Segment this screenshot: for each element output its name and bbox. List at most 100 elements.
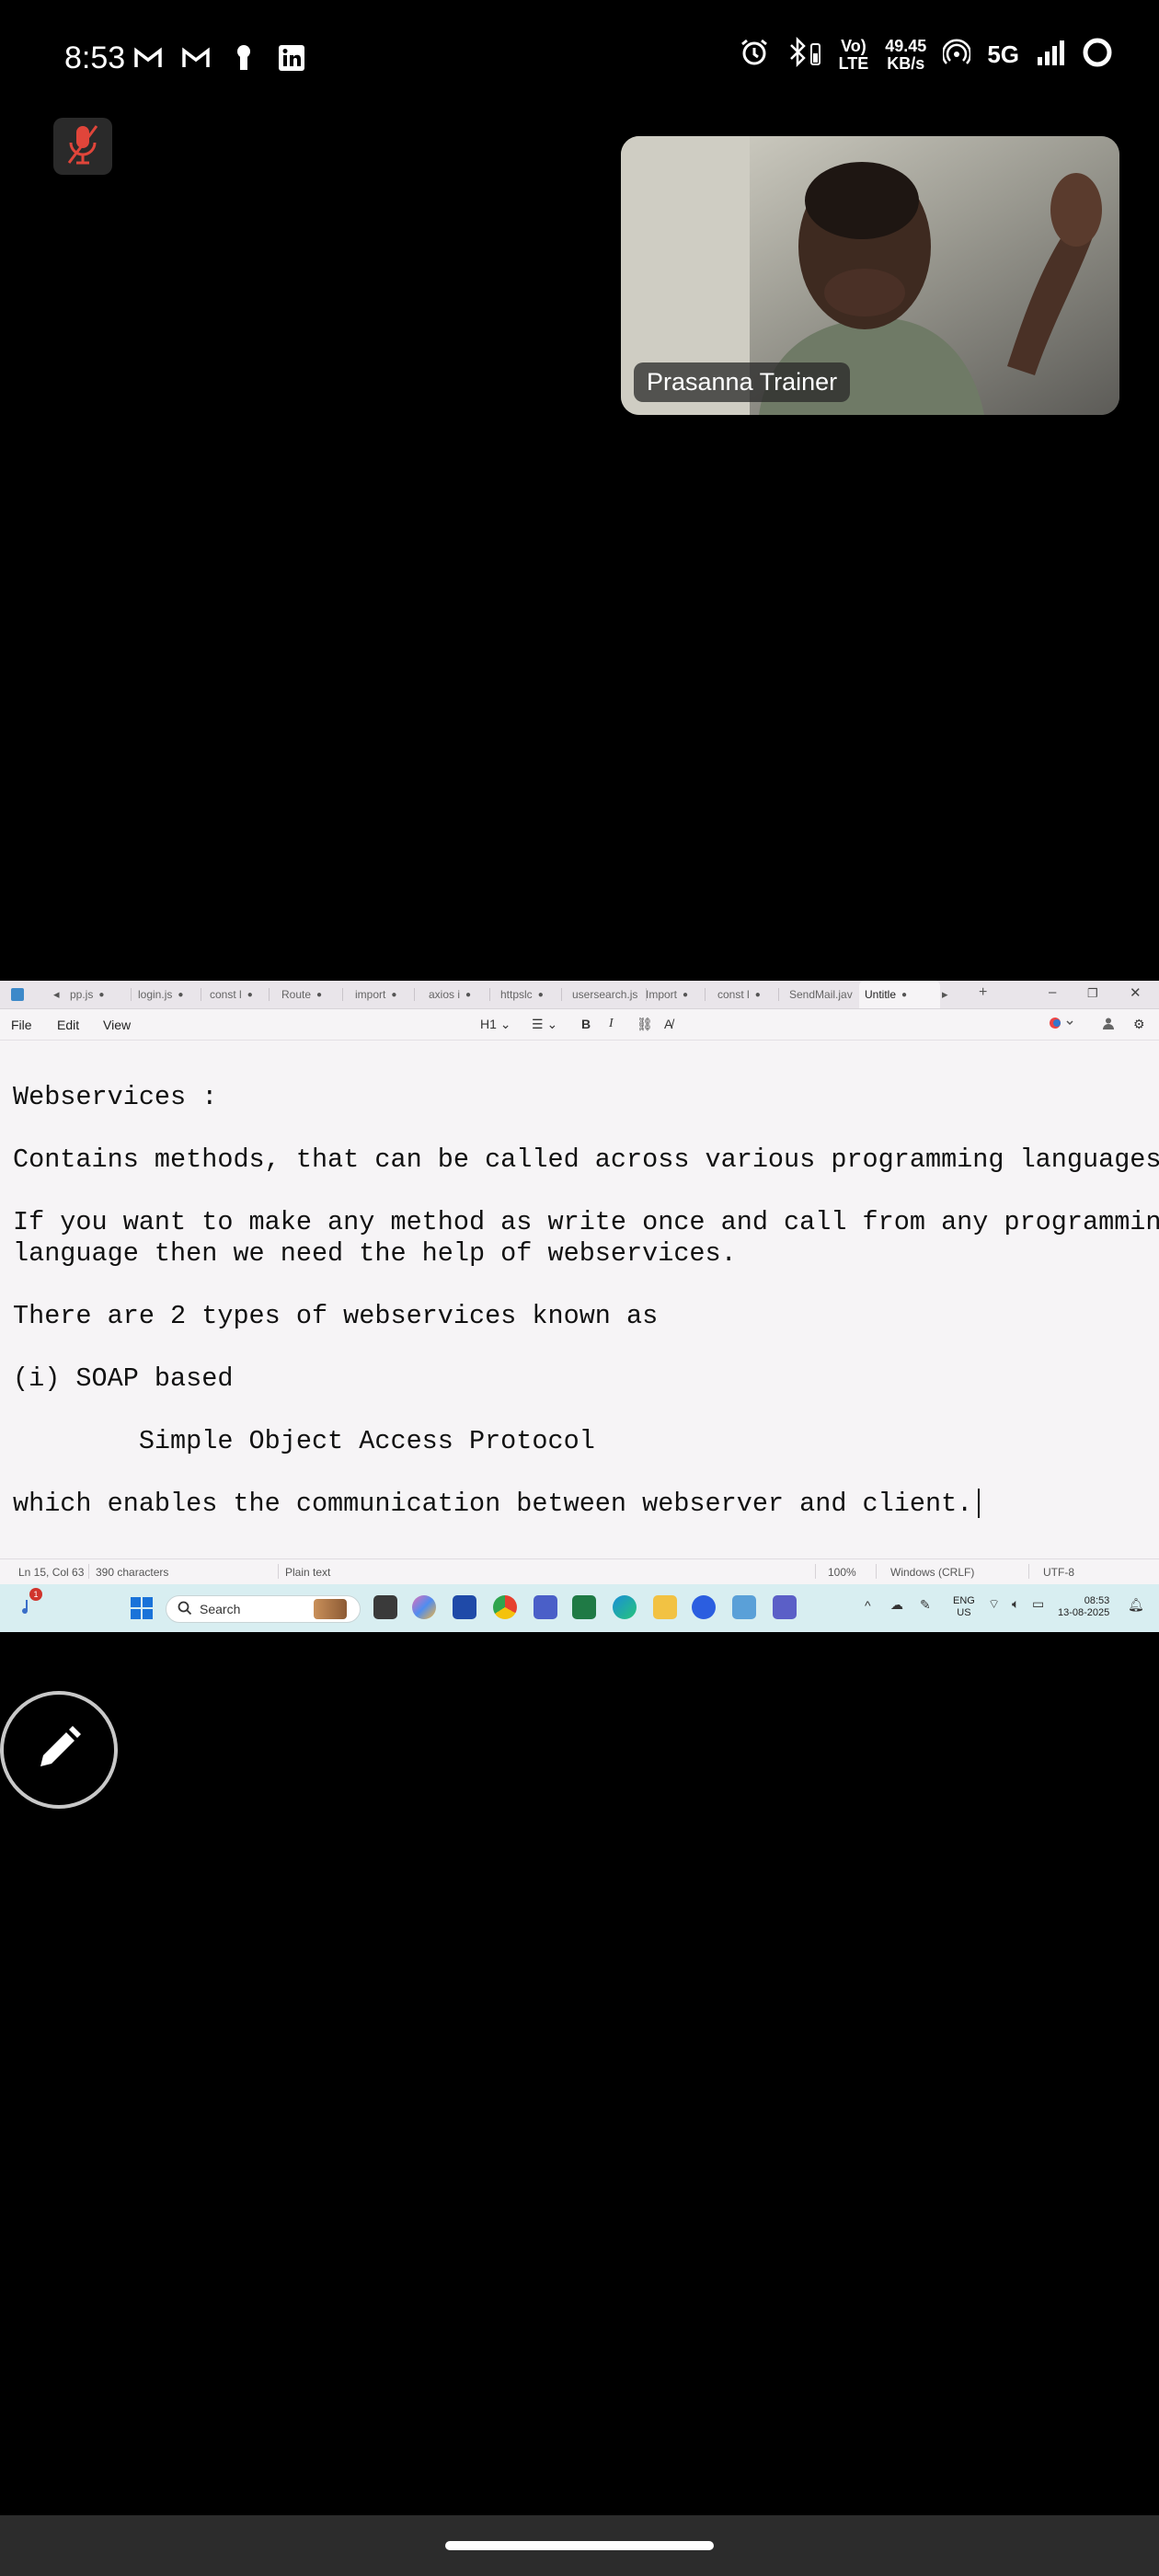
tab[interactable]: pp.js ● [70, 981, 125, 1008]
windows-taskbar: 1 Search ^ ☁ ✎ ENG US ⌔ 🔈︎ ▭ 08:53 13-08… [0, 1584, 1159, 1632]
taskbar-clock[interactable]: 08:53 13-08-2025 [1058, 1595, 1109, 1619]
tab-label: const l [210, 988, 242, 1001]
tab[interactable]: usersearch.js● [572, 981, 640, 1008]
notification-badge: 1 [29, 1588, 42, 1601]
notepad-status-bar: Ln 15, Col 63 390 characters Plain text … [0, 1558, 1159, 1583]
zoom-app-icon[interactable] [692, 1595, 716, 1619]
menu-edit[interactable]: Edit [57, 1018, 79, 1032]
tab-label: usersearch.js [572, 988, 638, 1001]
tab-scroll-right-icon[interactable]: ▸ [942, 987, 948, 1002]
settings-gear-icon[interactable]: ⚙ [1133, 1017, 1145, 1032]
tab-label: login.js [138, 988, 173, 1001]
bold-button[interactable]: B [581, 1017, 591, 1031]
pen-tray-icon[interactable]: ✎ [920, 1597, 931, 1613]
close-window-icon[interactable]: ✕ [1130, 984, 1142, 1001]
notepad-text-area[interactable]: Webservices : Contains methods, that can … [13, 1082, 1159, 1520]
home-indicator[interactable] [445, 2541, 714, 2550]
unsaved-dot-icon: ● [683, 989, 689, 1000]
excel-icon[interactable] [572, 1595, 596, 1619]
shared-screen: ◂ pp.js ● login.js ● const l ● Route ● import ● ax… [0, 981, 1159, 1632]
text-line [13, 1113, 1144, 1144]
menu-file[interactable]: File [11, 1018, 32, 1032]
text-cursor [978, 1489, 981, 1519]
windows-start-icon[interactable] [131, 1597, 153, 1624]
file-explorer-icon[interactable] [653, 1595, 677, 1619]
widgets-icon[interactable] [20, 1597, 40, 1622]
tab[interactable]: import ● [355, 981, 408, 1008]
tab[interactable]: Route ● [281, 981, 337, 1008]
annotate-button[interactable] [0, 1691, 118, 1809]
notepad-taskbar-icon[interactable] [732, 1595, 756, 1619]
unsaved-dot-icon: ● [247, 989, 253, 1000]
text-line [13, 1332, 1144, 1363]
italic-button[interactable]: I [609, 1017, 614, 1031]
mute-microphone-button[interactable] [53, 118, 112, 175]
tab[interactable]: SendMail.jav● [789, 981, 855, 1008]
unsaved-dot-icon: ● [178, 989, 184, 1000]
copilot-app-icon[interactable] [412, 1595, 436, 1619]
volume-icon[interactable]: 🔈︎ [1012, 1596, 1019, 1612]
tab[interactable]: httpslc ● [500, 981, 556, 1008]
status-bar: 8:53 Vo) LTE 49.45 KB/s 5G [0, 0, 1159, 120]
alarm-icon [740, 38, 769, 72]
list-dropdown-icon[interactable]: ☰ ⌄ [532, 1017, 557, 1032]
text-line [13, 1270, 1144, 1301]
text-line: Contains methods, that can be called acr… [13, 1144, 1159, 1175]
store-icon[interactable] [453, 1595, 476, 1619]
link-icon[interactable]: ⛓ [637, 1017, 653, 1032]
tab-label: const l [717, 988, 750, 1001]
bluetooth-battery-icon [786, 36, 822, 73]
vscode-icon[interactable] [534, 1595, 557, 1619]
unsaved-dot-icon: ● [98, 989, 105, 1000]
notification-bell-icon[interactable]: 🔔︎ [1128, 1597, 1144, 1613]
volte-label: Vo) LTE [838, 36, 869, 73]
battery-icon[interactable]: ▭ [1032, 1596, 1044, 1612]
tab-active[interactable]: Untitle ● [859, 981, 940, 1008]
minimize-icon[interactable]: – [1049, 984, 1056, 1000]
participant-video-tile[interactable]: Prasanna Trainer [621, 136, 1119, 415]
zoom-level: 100% [828, 1566, 856, 1579]
account-icon[interactable] [1102, 1017, 1115, 1032]
onedrive-icon[interactable]: ☁ [890, 1597, 903, 1613]
battery-ring-icon [1082, 37, 1113, 73]
restore-icon[interactable]: ❐ [1087, 986, 1098, 1001]
clear-formatting-icon[interactable]: A̸ [664, 1017, 672, 1031]
unsaved-dot-icon: ● [391, 989, 397, 1000]
task-view-icon[interactable] [373, 1595, 397, 1619]
text-line: Webservices : [13, 1082, 218, 1112]
text-line: Simple Object Access Protocol [13, 1426, 595, 1456]
tab[interactable]: const l ● [210, 981, 263, 1008]
tab-label: httpslc [500, 988, 533, 1001]
copilot-icon[interactable] [1049, 1017, 1074, 1032]
tab-label: Import [646, 988, 678, 1001]
chrome-icon[interactable] [493, 1595, 517, 1619]
tab-label: Route [281, 988, 312, 1001]
notepad-menu-bar: File Edit View H1 ⌄ ☰ ⌄ B I ⛓ A̸ ⚙ [0, 1008, 1159, 1041]
tab-scroll-left-icon[interactable]: ◂ [53, 987, 60, 1002]
text-line [13, 1176, 1144, 1207]
tab[interactable]: const l ● [717, 981, 773, 1008]
search-icon [178, 1601, 192, 1620]
search-highlight-image [314, 1599, 347, 1619]
show-hidden-icons-icon[interactable]: ^ [865, 1598, 871, 1613]
cursor-position: Ln 15, Col 63 [18, 1566, 85, 1579]
close-tab-icon[interactable]: ● [901, 990, 907, 1000]
network-speed: 49.45 KB/s [885, 36, 927, 73]
heading-dropdown[interactable]: H1 ⌄ [480, 1017, 511, 1032]
tab[interactable]: axios i ● [429, 981, 484, 1008]
tab[interactable]: login.js ● [138, 981, 195, 1008]
signal-icon [1036, 39, 1065, 71]
notification-icons [132, 42, 307, 74]
language-indicator[interactable]: ENG US [953, 1595, 975, 1619]
edge-icon[interactable] [613, 1595, 637, 1619]
taskbar-search-box[interactable]: Search [166, 1595, 361, 1623]
tab-label: Untitle [865, 988, 897, 1001]
menu-view[interactable]: View [103, 1018, 131, 1032]
wifi-icon[interactable]: ⌔ [988, 1596, 1000, 1613]
tab[interactable]: Import ● [646, 981, 699, 1008]
notepad-app-icon [11, 988, 24, 1001]
encoding: UTF-8 [1043, 1566, 1074, 1579]
teams-icon[interactable] [773, 1595, 797, 1619]
character-count: 390 characters [96, 1566, 169, 1579]
new-tab-icon[interactable]: + [979, 984, 987, 1001]
